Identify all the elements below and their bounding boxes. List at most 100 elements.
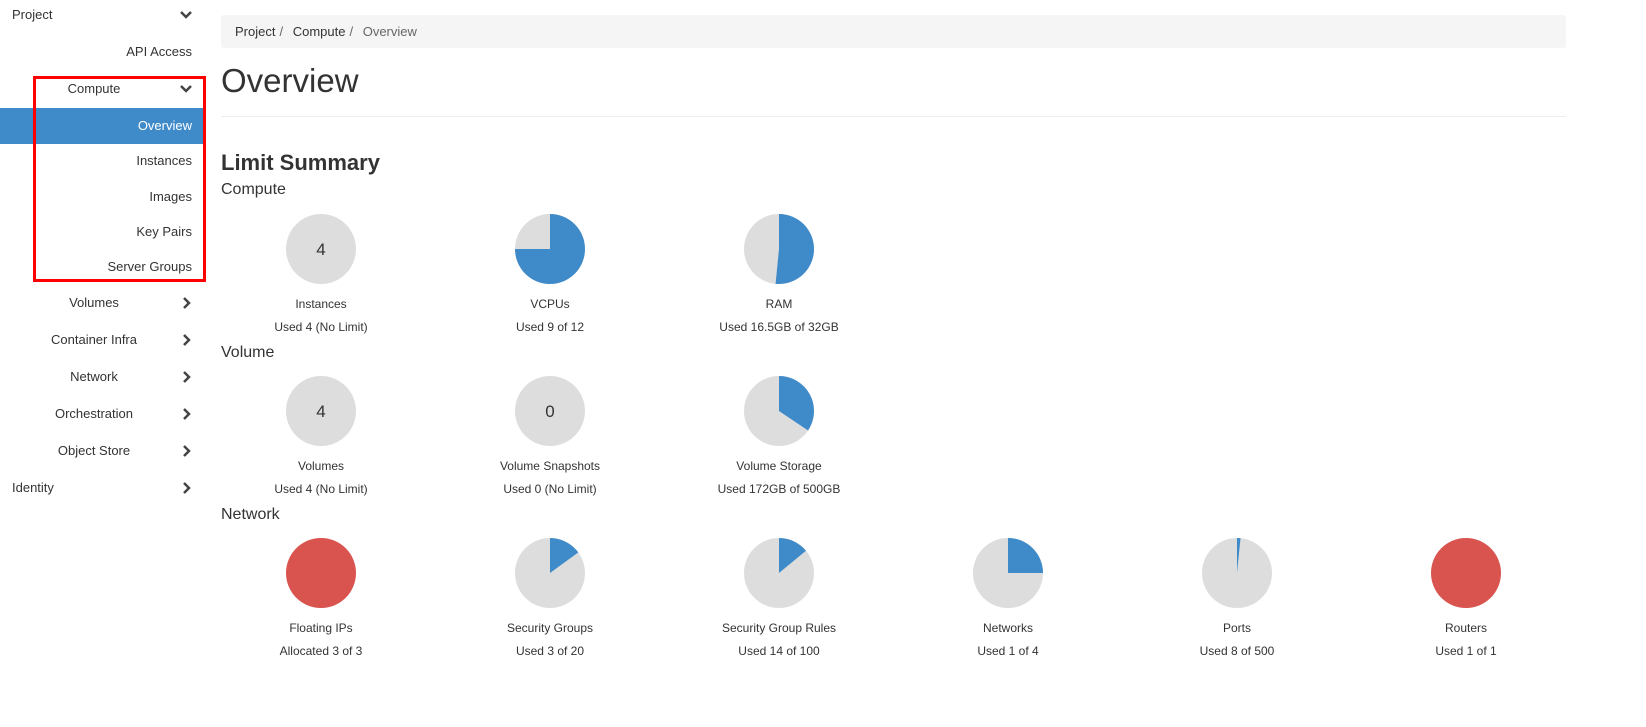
limit-chart: 4 Volumes Used 4 (No Limit) (221, 375, 421, 496)
label: Container Infra (51, 332, 137, 347)
chart-usage: Used 14 of 100 (738, 644, 820, 658)
chevron-right-icon (183, 371, 191, 383)
limit-chart: Networks Used 1 of 4 (908, 537, 1108, 658)
chevron-right-icon (183, 482, 191, 494)
limit-chart: Security Groups Used 3 of 20 (450, 537, 650, 658)
limit-chart: Security Group Rules Used 14 of 100 (679, 537, 879, 658)
chart-usage: Used 4 (No Limit) (274, 320, 368, 334)
breadcrumb-project[interactable]: Project (235, 24, 275, 39)
pie-chart (1431, 538, 1501, 608)
breadcrumb-compute[interactable]: Compute (293, 24, 346, 39)
sidebar-item-project[interactable]: Project (0, 0, 205, 33)
chevron-right-icon (183, 408, 191, 420)
limit-chart: Routers Used 1 of 1 (1366, 537, 1566, 658)
pie-chart (286, 538, 356, 608)
chevron-right-icon (183, 445, 191, 457)
sidebar-item-instances[interactable]: Instances (0, 143, 205, 179)
chart-label: Volumes (297, 459, 345, 473)
sidebar-item-overview[interactable]: Overview (0, 108, 205, 144)
chevron-down-icon (180, 11, 192, 19)
divider (221, 116, 1566, 117)
chart-label: VCPUs (530, 297, 570, 311)
chart-label: Volume Storage (736, 459, 822, 473)
section-heading: Compute (221, 181, 286, 198)
chart-label: RAM (765, 297, 793, 311)
label: Compute (67, 81, 121, 96)
breadcrumb: Project / Compute / Overview (221, 15, 1566, 48)
chart-usage: Used 1 of 4 (977, 644, 1039, 658)
section-heading: Volume (221, 344, 275, 361)
chart-label: Instances (295, 297, 347, 311)
sidebar-item-object-store[interactable]: Object Store (0, 433, 205, 469)
label: Overview (137, 118, 192, 133)
sidebar-item-api-access[interactable]: API Access (0, 34, 205, 70)
pie-full (286, 538, 356, 608)
pie-center-value: 4 (316, 240, 325, 259)
sidebar-item-compute[interactable]: Compute (0, 71, 205, 107)
pie-chart (744, 538, 814, 608)
limit-chart: RAM Used 16.5GB of 32GB (679, 213, 879, 334)
label: Object Store (57, 443, 131, 458)
sidebar-item-images[interactable]: Images (0, 179, 205, 215)
limit-chart: VCPUs Used 9 of 12 (450, 213, 650, 334)
chart-label: Floating IPs (289, 621, 353, 635)
chart-label: Routers (1444, 621, 1488, 635)
chart-label: Security Groups (506, 621, 594, 635)
label: Orchestration (54, 406, 134, 421)
chevron-right-icon (183, 334, 191, 346)
limit-chart: Volume Storage Used 172GB of 500GB (679, 375, 879, 496)
sidebar-item-volumes[interactable]: Volumes (0, 285, 205, 321)
chart-label: Security Group Rules (721, 621, 837, 635)
pie-center-value: 0 (545, 402, 554, 421)
limit-chart: Ports Used 8 of 500 (1137, 537, 1337, 658)
chevron-right-icon (183, 297, 191, 309)
separator: / (279, 24, 284, 39)
pie-chart (744, 376, 814, 446)
pie-center-value: 4 (316, 402, 325, 421)
sidebar-item-identity[interactable]: Identity (0, 470, 205, 506)
pie-chart (973, 538, 1043, 608)
pie-chart: 0 (515, 376, 585, 446)
pie-chart (744, 214, 814, 284)
label: Instances (136, 153, 192, 168)
label: Network (70, 369, 118, 384)
sidebar-item-server-groups[interactable]: Server Groups (0, 249, 205, 285)
limit-chart: 4 Instances Used 4 (No Limit) (221, 213, 421, 334)
limit-summary-heading: Limit Summary (221, 150, 380, 175)
section-heading: Network (221, 506, 280, 523)
separator: / (349, 24, 354, 39)
page-title: Overview (221, 62, 359, 99)
pie-chart (515, 538, 585, 608)
sidebar-item-container-infra[interactable]: Container Infra (0, 322, 205, 358)
pie-used (1008, 538, 1043, 573)
label: API Access (126, 44, 192, 59)
chart-usage: Used 172GB of 500GB (717, 482, 841, 496)
pie-used (775, 214, 814, 284)
label: Volumes (69, 295, 119, 310)
pie-chart: 4 (286, 376, 356, 446)
pie-full (1431, 538, 1501, 608)
chart-usage: Used 9 of 12 (515, 320, 585, 334)
chart-label: Volume Snapshots (499, 459, 601, 473)
label: Project (12, 7, 53, 22)
pie-chart (515, 214, 585, 284)
chart-usage: Used 1 of 1 (1435, 644, 1497, 658)
chart-label: Networks (982, 621, 1033, 635)
label: Images (149, 189, 192, 204)
limit-chart: Floating IPs Allocated 3 of 3 (221, 537, 421, 658)
sidebar-item-orchestration[interactable]: Orchestration (0, 396, 205, 432)
chart-usage: Used 0 (No Limit) (503, 482, 597, 496)
limit-chart: 0 Volume Snapshots Used 0 (No Limit) (450, 375, 650, 496)
pie-chart (1202, 538, 1272, 608)
pie-chart: 4 (286, 214, 356, 284)
chevron-down-icon (180, 85, 192, 93)
chart-usage: Used 3 of 20 (515, 644, 585, 658)
chart-usage: Used 8 of 500 (1199, 644, 1275, 658)
sidebar-item-key-pairs[interactable]: Key Pairs (0, 214, 205, 250)
label: Key Pairs (136, 224, 192, 239)
sidebar-item-network[interactable]: Network (0, 359, 205, 395)
label: Server Groups (107, 259, 192, 274)
label: Identity (12, 480, 54, 495)
chart-usage: Used 16.5GB of 32GB (719, 320, 839, 334)
breadcrumb-current: Overview (362, 24, 417, 39)
